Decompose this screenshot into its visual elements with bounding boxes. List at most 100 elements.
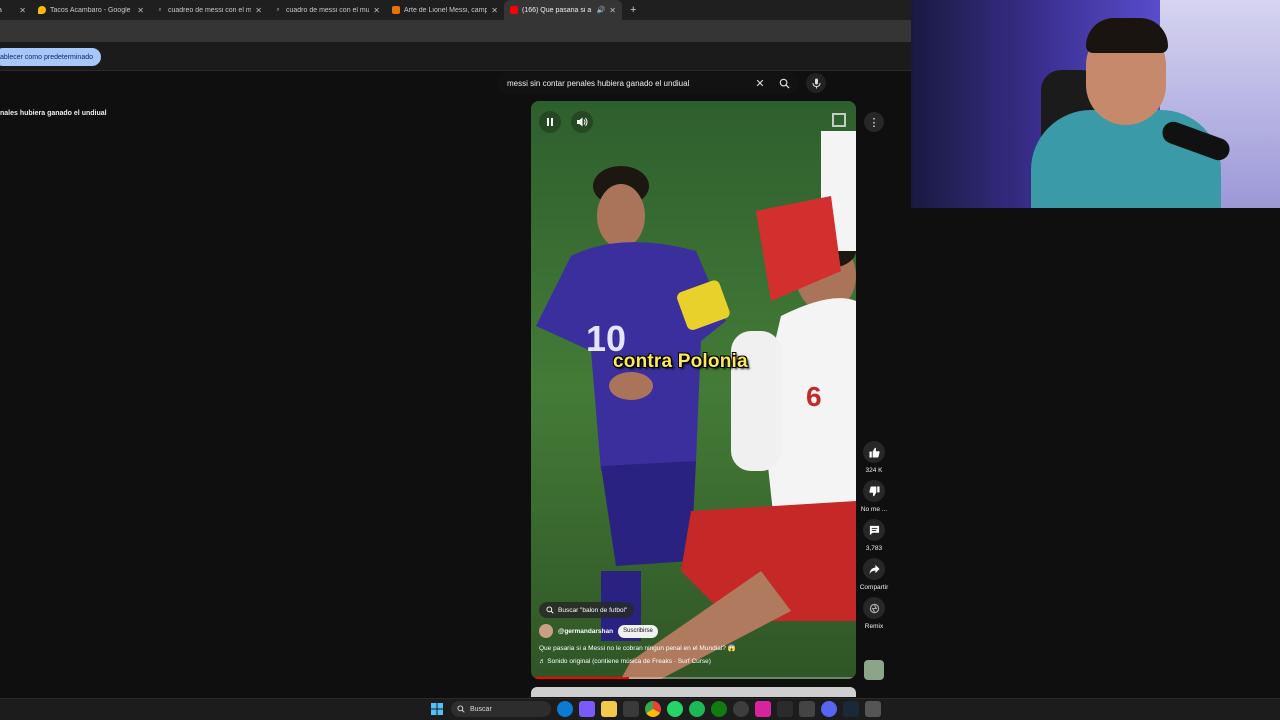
- channel-row: @germandarshan Suscribirse: [539, 624, 658, 638]
- thumbs-down-icon: [868, 485, 880, 496]
- copilot-icon[interactable]: [579, 701, 595, 717]
- webcam-overlay: [911, 0, 1280, 208]
- share-arrow-icon: [868, 564, 880, 574]
- fullscreen-icon[interactable]: [832, 113, 846, 127]
- search-box[interactable]: messi sin contar penales hubiera ganado …: [497, 72, 799, 94]
- youtube-icon: [510, 6, 518, 14]
- voice-search-button[interactable]: [806, 73, 826, 93]
- comment-count: 3,783: [865, 545, 883, 552]
- microphone-icon: [812, 78, 820, 88]
- discord-icon[interactable]: [821, 701, 837, 717]
- steam-icon[interactable]: [843, 701, 859, 717]
- clear-icon[interactable]: ✕: [751, 77, 769, 90]
- xbox-icon[interactable]: [711, 701, 727, 717]
- left-query-text: nales hubiera ganado el undiual: [0, 110, 107, 117]
- taskbar-items: Buscar: [429, 701, 881, 717]
- share-button[interactable]: [863, 558, 885, 580]
- volume-icon: [576, 117, 587, 127]
- more-options-button[interactable]: ⋮: [864, 112, 884, 132]
- close-icon[interactable]: ✕: [373, 6, 380, 15]
- tab-title: Tacos Acambaro - Google Maps: [50, 6, 133, 14]
- tab-title: Arte de Lionel Messi, campeón: [404, 6, 488, 14]
- windows-logo: [431, 703, 443, 715]
- search-icon: [457, 705, 465, 713]
- share-label: Compartir: [859, 584, 889, 591]
- search-icon: [779, 78, 790, 89]
- browser-tab[interactable]: Tacos Acambaro - Google Maps ✕: [32, 0, 150, 20]
- search-input[interactable]: messi sin contar penales hubiera ganado …: [507, 79, 751, 88]
- subscribe-button[interactable]: Suscribirse: [618, 624, 658, 638]
- thumbs-up-icon: [868, 447, 880, 458]
- video-description[interactable]: Que pasaria si a Messi no le cobran ning…: [539, 644, 736, 652]
- taskbar-search[interactable]: Buscar: [451, 701, 551, 717]
- webcam-person-hair: [1086, 18, 1168, 53]
- close-icon[interactable]: ✕: [609, 6, 616, 15]
- close-icon[interactable]: ✕: [491, 6, 498, 15]
- progress-fill: [531, 677, 629, 679]
- windows-start-icon[interactable]: [429, 701, 445, 717]
- set-default-button[interactable]: ablecer como predeterminado: [0, 48, 101, 66]
- video-frame: 10 6: [531, 101, 856, 679]
- browser-tab[interactable]: ⌕ cuadro de messi con el mundial ✕: [268, 0, 386, 20]
- browser-tab-active[interactable]: (166) Que pasaria si a Messi 🔊 ✕: [504, 0, 622, 20]
- video-caption: contra Polonia: [613, 351, 748, 372]
- search-icon: ⌕: [276, 6, 280, 13]
- sound-link[interactable]: ♬ Sonido original (contiene música de Fr…: [539, 658, 711, 665]
- sound-thumbnail[interactable]: [864, 660, 884, 680]
- browser-tab[interactable]: a ✕: [0, 0, 32, 20]
- shorts-video-player[interactable]: 10 6 contra Polonia Buscar "balon de fut…: [531, 101, 856, 679]
- browser-tab[interactable]: ⌕ cuadreo de messi con el mundi ✕: [150, 0, 268, 20]
- store-icon[interactable]: [623, 701, 639, 717]
- svg-text:6: 6: [806, 381, 822, 412]
- browser-tab[interactable]: Arte de Lionel Messi, campeón ✕: [386, 0, 504, 20]
- volume-button[interactable]: [571, 111, 593, 133]
- spotify-icon[interactable]: [689, 701, 705, 717]
- remix-label: Remix: [864, 623, 884, 630]
- like-count: 324 K: [865, 467, 883, 474]
- tab-title: cuadro de messi con el mundial: [286, 6, 370, 14]
- screen: a ✕ Tacos Acambaro - Google Maps ✕ ⌕ cua…: [0, 0, 1280, 720]
- settings-gear-icon[interactable]: [865, 701, 881, 717]
- windows-taskbar: Buscar: [0, 698, 1280, 720]
- calculator-icon[interactable]: [799, 701, 815, 717]
- tab-title: a: [0, 7, 15, 14]
- tab-title: cuadreo de messi con el mundi: [168, 6, 252, 14]
- pause-button[interactable]: [539, 111, 561, 133]
- taskbar-search-label: Buscar: [470, 705, 492, 713]
- more-vert-icon: ⋮: [868, 116, 880, 129]
- progress-bar[interactable]: [531, 677, 856, 679]
- close-icon[interactable]: ✕: [255, 6, 262, 15]
- channel-name[interactable]: @germandarshan: [558, 628, 613, 635]
- close-icon[interactable]: ✕: [137, 6, 144, 15]
- comment-icon: [869, 525, 879, 535]
- new-tab-icon[interactable]: +: [630, 4, 636, 16]
- like-action[interactable]: 324 K: [855, 441, 893, 474]
- share-action[interactable]: Compartir: [855, 558, 893, 591]
- search-button[interactable]: [769, 72, 799, 94]
- instagram-icon[interactable]: [755, 701, 771, 717]
- app-icon[interactable]: [733, 701, 749, 717]
- next-video-thumbnail[interactable]: [531, 687, 856, 697]
- comments-button[interactable]: [863, 519, 885, 541]
- channel-avatar[interactable]: [539, 624, 553, 638]
- folder-icon[interactable]: [601, 701, 617, 717]
- like-button[interactable]: [863, 441, 885, 463]
- comments-action[interactable]: 3,783: [855, 519, 893, 552]
- dislike-action[interactable]: No me ...: [855, 480, 893, 513]
- browser-toolbar: [0, 20, 911, 42]
- chrome-icon[interactable]: [645, 701, 661, 717]
- edge-icon[interactable]: [557, 701, 573, 717]
- remix-action[interactable]: Remix: [855, 597, 893, 630]
- dislike-button[interactable]: [863, 480, 885, 502]
- speaker-icon[interactable]: 🔊: [597, 6, 606, 14]
- browser-tab-strip: a ✕ Tacos Acambaro - Google Maps ✕ ⌕ cua…: [0, 0, 911, 20]
- remix-button[interactable]: [863, 597, 885, 619]
- pause-icon: [547, 118, 553, 126]
- tools-icon[interactable]: [777, 701, 793, 717]
- remix-icon: [869, 603, 879, 613]
- whatsapp-icon[interactable]: [667, 701, 683, 717]
- suggested-search-chip[interactable]: Buscar "balon de futbol": [539, 602, 635, 618]
- site-icon: [392, 6, 400, 14]
- search-icon: [546, 606, 554, 614]
- close-icon[interactable]: ✕: [19, 6, 26, 15]
